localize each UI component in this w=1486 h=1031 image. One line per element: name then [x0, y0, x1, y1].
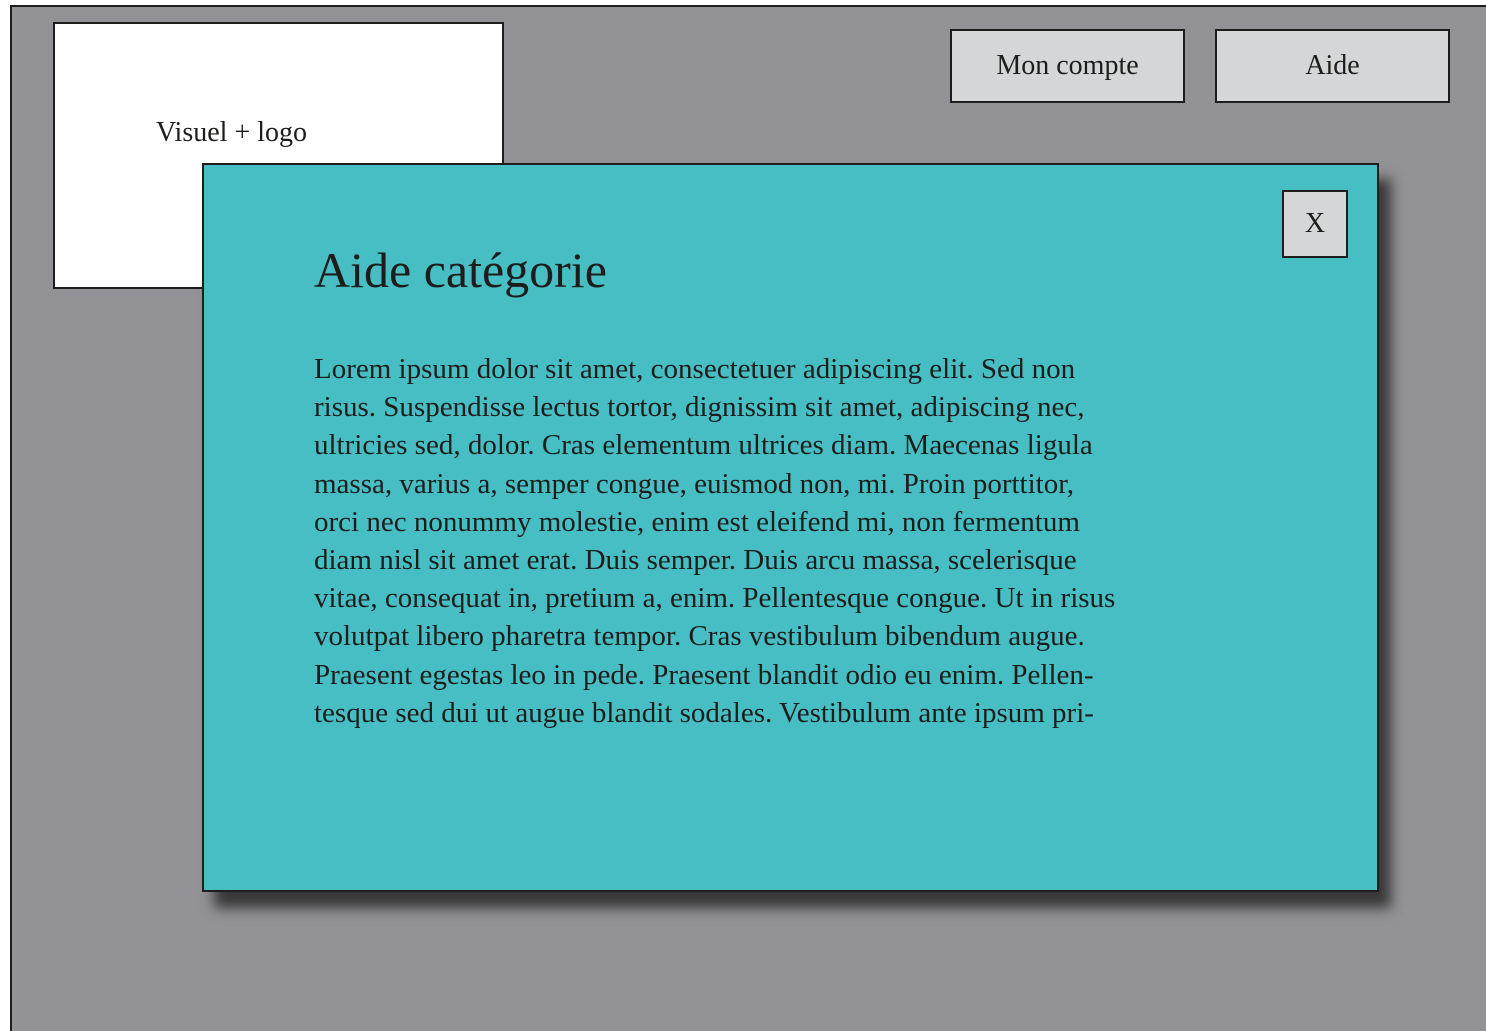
- modal-title: Aide catégorie: [314, 242, 607, 298]
- help-category-modal: X Aide catégorie Lorem ipsum dolor sit a…: [202, 163, 1379, 892]
- body-line: vitae, consequat in, pretium a, enim. Pe…: [314, 582, 1116, 615]
- body-line: volutpat libero pharetra tempor. Cras ve…: [314, 620, 1085, 653]
- my-account-button[interactable]: Mon compte: [950, 29, 1185, 103]
- body-line: tesque sed dui ut augue blandit sodales.…: [314, 696, 1094, 729]
- body-line: Praesent egestas leo in pede. Praesent b…: [314, 658, 1094, 691]
- body-line: risus. Suspendisse lectus tortor, dignis…: [314, 391, 1085, 424]
- body-line: Lorem ipsum dolor sit amet, consectetuer…: [314, 353, 1076, 385]
- body-line: ultricies sed, dolor. Cras elementum ult…: [314, 429, 1093, 462]
- body-line: diam nisl sit amet erat. Duis semper. Du…: [314, 544, 1077, 577]
- logo-placeholder-label: Visuel + logo: [156, 117, 307, 148]
- help-button[interactable]: Aide: [1215, 29, 1450, 103]
- modal-body-text: Lorem ipsum dolor sit amet, consectetuer…: [314, 350, 1115, 732]
- body-line: massa, varius a, semper congue, euismod …: [314, 467, 1074, 500]
- body-line: orci nec nonummy molestie, enim est elei…: [314, 505, 1080, 538]
- close-modal-button[interactable]: X: [1282, 190, 1348, 258]
